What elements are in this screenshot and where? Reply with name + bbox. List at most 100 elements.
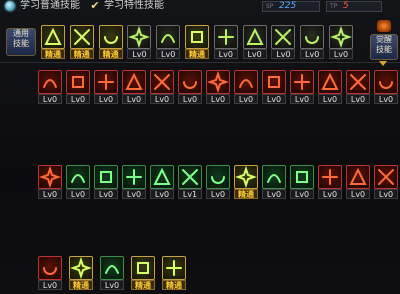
leap-icon[interactable] xyxy=(262,70,286,94)
skill-slot[interactable]: Lv0 xyxy=(290,165,314,203)
vortex-icon[interactable] xyxy=(100,256,124,280)
skill-level: Lv0 xyxy=(213,49,238,59)
star-icon[interactable] xyxy=(156,25,181,49)
fist-icon[interactable] xyxy=(122,165,146,189)
tiger-icon[interactable] xyxy=(69,25,94,49)
skill-slot[interactable]: Lv0 xyxy=(262,70,286,108)
skill-slot[interactable]: Lv0 xyxy=(234,70,258,108)
mastery-badge: 精通 xyxy=(69,49,94,59)
dagger-icon[interactable] xyxy=(206,70,230,94)
learn-normal-radio[interactable] xyxy=(5,1,15,11)
uppercut-icon[interactable] xyxy=(38,256,62,280)
skill-level: Lv0 xyxy=(127,49,152,59)
tornado-icon[interactable] xyxy=(318,165,342,189)
burst-icon[interactable] xyxy=(185,25,209,49)
skill-slot[interactable]: 精通 xyxy=(131,256,155,294)
cross-icon[interactable] xyxy=(66,70,90,94)
expand-arrow-icon[interactable] xyxy=(379,61,387,66)
skill-slot[interactable]: Lv0 xyxy=(206,70,230,108)
skill-slot[interactable]: 精通 xyxy=(162,256,186,294)
skill-slot[interactable]: Lv0 xyxy=(100,256,124,294)
crescent-icon[interactable] xyxy=(94,70,118,94)
bolt-icon[interactable] xyxy=(242,25,267,49)
claw-icon[interactable] xyxy=(374,70,398,94)
skill-slot[interactable]: Lv0 xyxy=(300,25,325,63)
flower-icon[interactable] xyxy=(234,165,258,189)
skill-slot[interactable]: Lv0 xyxy=(290,70,314,108)
kick-icon[interactable] xyxy=(98,25,123,49)
leaf-icon[interactable] xyxy=(329,25,353,49)
wing-icon[interactable] xyxy=(127,25,152,49)
blade-icon[interactable] xyxy=(122,70,146,94)
skill-slot[interactable]: Lv0 xyxy=(38,256,62,294)
skill-slot[interactable]: Lv0 xyxy=(374,70,398,108)
dragon-icon[interactable] xyxy=(206,165,230,189)
skill-slot[interactable]: Lv0 xyxy=(329,25,353,63)
skill-slot[interactable]: Lv0 xyxy=(122,70,146,108)
skill-slot[interactable]: Lv0 xyxy=(346,70,370,108)
skill-slot[interactable]: 精通 xyxy=(69,256,93,294)
skill-slot[interactable]: 精通 xyxy=(41,25,65,63)
skill-slot[interactable]: Lv0 xyxy=(318,165,342,203)
chain-icon[interactable] xyxy=(346,165,370,189)
stab-icon[interactable] xyxy=(150,70,174,94)
dash-icon[interactable] xyxy=(150,165,174,189)
skill-slot[interactable]: Lv0 xyxy=(374,165,398,203)
skill-slot[interactable]: Lv0 xyxy=(242,25,267,63)
general-skill-category[interactable]: 通用 技能 xyxy=(6,28,36,56)
skill-slot[interactable]: 精通 xyxy=(234,165,258,203)
skill-level: Lv0 xyxy=(66,189,90,199)
punch-icon[interactable] xyxy=(41,25,65,49)
skill-slot[interactable]: 精通 xyxy=(69,25,94,63)
learn-special-label[interactable]: 学习特性技能 xyxy=(104,0,164,12)
skill-slot[interactable]: Lv0 xyxy=(206,165,230,203)
skill-slot[interactable]: Lv0 xyxy=(150,165,174,203)
skill-slot[interactable]: Lv0 xyxy=(318,70,342,108)
skill-slot[interactable]: Lv0 xyxy=(94,165,118,203)
thrust-icon[interactable] xyxy=(178,70,202,94)
skill-slot[interactable]: Lv0 xyxy=(38,165,62,203)
skill-slot[interactable]: Lv0 xyxy=(94,70,118,108)
skill-slot[interactable]: Lv0 xyxy=(127,25,152,63)
crescent-icon[interactable] xyxy=(66,165,90,189)
whirl-icon[interactable] xyxy=(131,256,155,280)
talon-icon[interactable] xyxy=(262,165,286,189)
skill-slot[interactable]: Lv0 xyxy=(213,25,238,63)
tp-value: 5 xyxy=(343,1,349,11)
shuriken-icon[interactable] xyxy=(38,165,62,189)
learn-special-check-icon[interactable]: ✔ xyxy=(90,0,100,11)
skill-slot[interactable]: Lv0 xyxy=(150,70,174,108)
serpent-icon[interactable] xyxy=(69,256,93,280)
phoenix-icon[interactable] xyxy=(162,256,186,280)
rift-icon[interactable] xyxy=(374,165,398,189)
web-icon[interactable] xyxy=(178,165,202,189)
skill-slot[interactable]: Lv0 xyxy=(178,70,202,108)
slash-icon[interactable] xyxy=(38,70,62,94)
idol-icon[interactable] xyxy=(300,25,325,49)
spiral-icon[interactable] xyxy=(94,165,118,189)
skill-level: Lv0 xyxy=(234,94,258,104)
learn-normal-label[interactable]: 学习普通技能 xyxy=(20,0,80,12)
skill-slot[interactable]: 精通 xyxy=(185,25,209,63)
skill-slot[interactable]: Lv0 xyxy=(346,165,370,203)
awaken-skill-category[interactable]: 觉醒 技能 xyxy=(370,34,398,60)
coin-icon[interactable] xyxy=(271,25,296,49)
skill-slot[interactable]: Lv0 xyxy=(156,25,181,63)
skill-slot[interactable]: Lv0 xyxy=(271,25,296,63)
skill-level: Lv0 xyxy=(178,94,202,104)
skill-slot[interactable]: Lv1 xyxy=(178,165,202,203)
hook-icon[interactable] xyxy=(318,70,342,94)
axe-icon[interactable] xyxy=(290,70,314,94)
swirl-icon[interactable] xyxy=(346,70,370,94)
skill-slot[interactable]: Lv0 xyxy=(262,165,286,203)
skill-slot[interactable]: 精通 xyxy=(98,25,123,63)
skill-slot[interactable]: Lv0 xyxy=(38,70,62,108)
runner-icon[interactable] xyxy=(213,25,238,49)
skill-slot[interactable]: Lv0 xyxy=(122,165,146,203)
skill-slot[interactable]: Lv0 xyxy=(66,165,90,203)
skill-level: Lv0 xyxy=(150,189,174,199)
skill-slot[interactable]: Lv0 xyxy=(66,70,90,108)
spin-icon[interactable] xyxy=(234,70,258,94)
sp-tag: SP xyxy=(266,3,274,10)
fang-icon[interactable] xyxy=(290,165,314,189)
